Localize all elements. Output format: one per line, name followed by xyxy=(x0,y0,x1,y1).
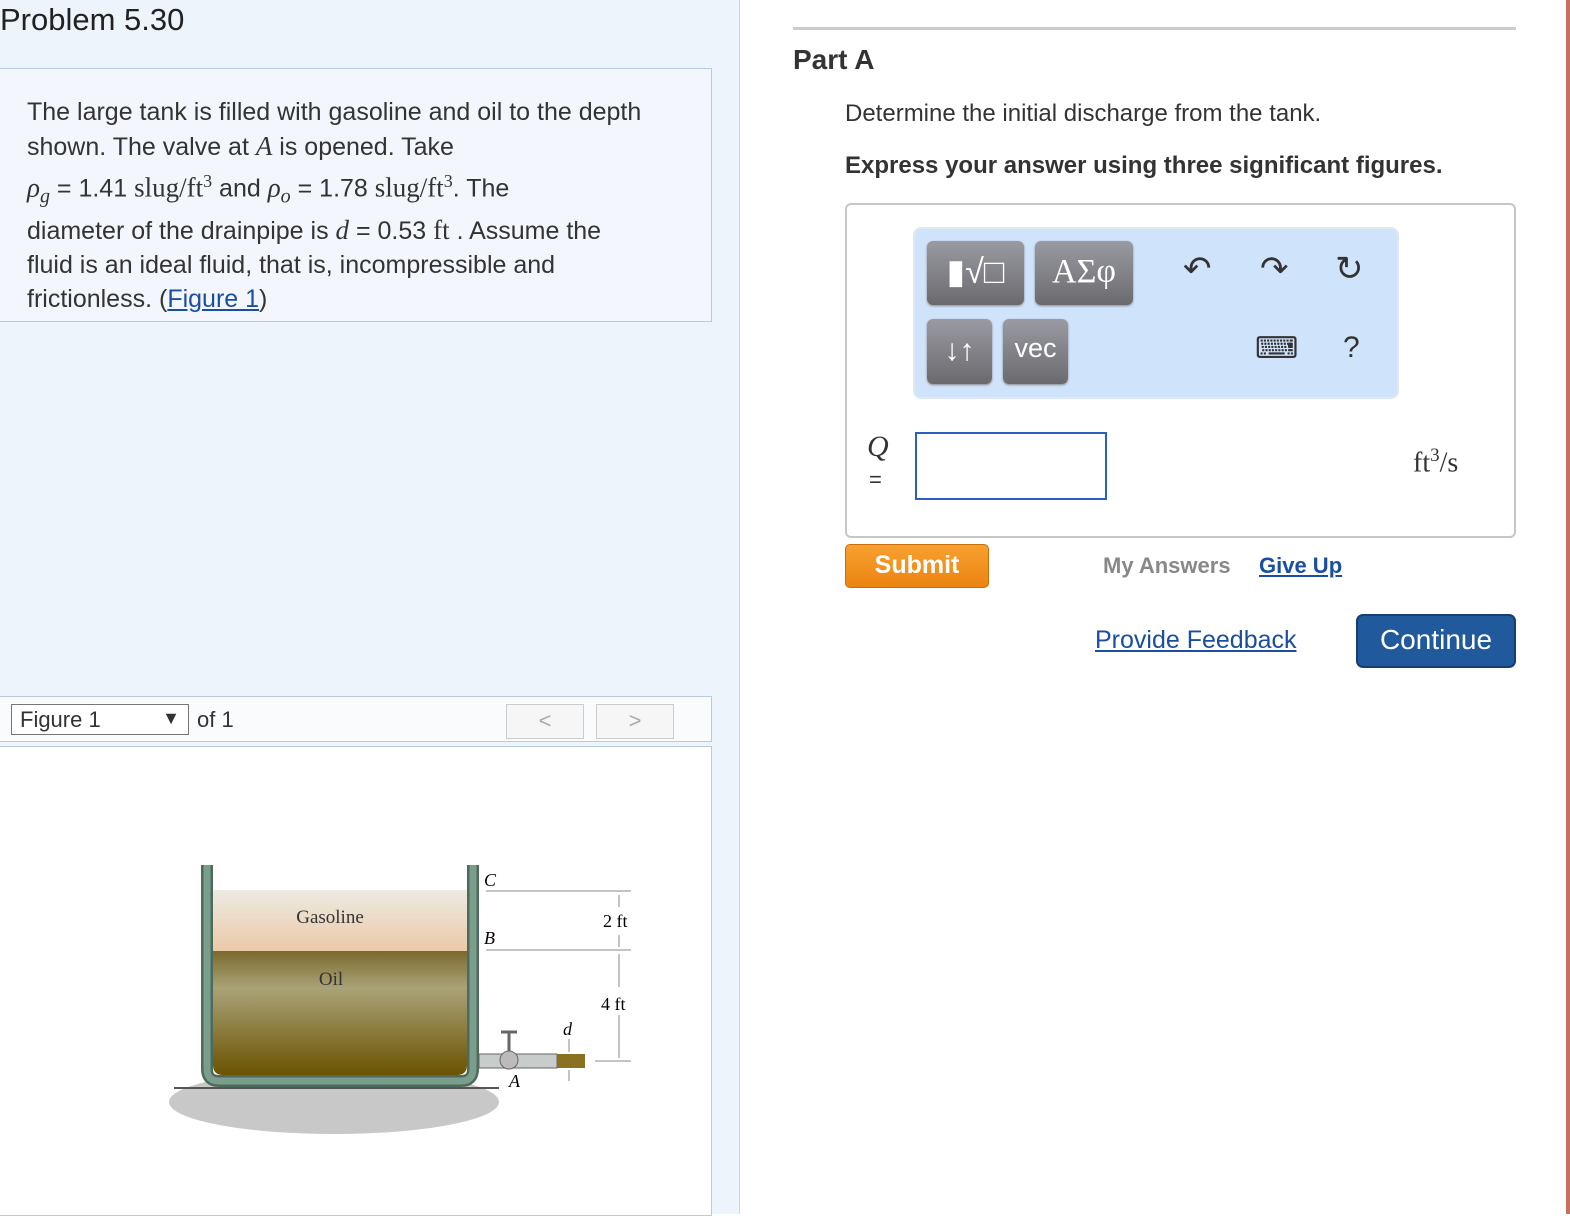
point-c: C xyxy=(484,870,497,890)
unit-per-s: /s xyxy=(1439,447,1459,479)
arrows-button[interactable]: ↓↑ xyxy=(927,319,992,384)
text: and xyxy=(212,174,268,203)
valve-icon xyxy=(499,1050,519,1070)
exp: 3 xyxy=(443,171,453,191)
dropdown-arrow-icon: ▼ xyxy=(162,708,180,728)
help-icon[interactable]: ? xyxy=(1343,331,1360,365)
text: = 0.53 xyxy=(349,217,434,246)
figure-link[interactable]: Figure 1 xyxy=(167,285,259,313)
text: diameter of the drainpipe is xyxy=(27,217,336,246)
problem-panel: Problem 5.30 The large tank is filled wi… xyxy=(0,0,740,1216)
undo-icon[interactable]: ↶ xyxy=(1183,249,1212,289)
text: . Assume the xyxy=(449,217,602,246)
var-a: A xyxy=(255,131,273,161)
reset-icon[interactable]: ↻ xyxy=(1335,249,1364,289)
var-d: d xyxy=(335,215,350,246)
window-edge xyxy=(1566,0,1570,1214)
question-text: Determine the initial discharge from the… xyxy=(845,100,1322,127)
give-up-link[interactable]: Give Up xyxy=(1259,553,1342,579)
prev-figure-button[interactable]: < xyxy=(506,704,584,739)
text: = 1.41 xyxy=(49,174,135,203)
figure-select[interactable]: Figure 1 ▼ xyxy=(11,704,189,735)
greek-button[interactable]: ΑΣφ xyxy=(1035,241,1133,305)
exp: 3 xyxy=(203,171,213,191)
unit: slug/ft xyxy=(134,172,204,203)
submit-button[interactable]: Submit xyxy=(845,544,989,588)
figure-count: of 1 xyxy=(197,707,234,732)
rho: ρ xyxy=(267,172,281,203)
oil-label: Oil xyxy=(319,969,343,990)
text: is opened. Take xyxy=(272,133,454,161)
answer-box: ▮√□ ΑΣφ ↓↑ vec ↶ ↷ ↻ ⌨ ? Q = ft3/s xyxy=(845,203,1516,538)
dim-2ft: 2 ft xyxy=(603,911,628,931)
text: frictionless. ( xyxy=(27,285,168,314)
dim-4ft: 4 ft xyxy=(601,994,626,1014)
answer-panel: Part A Determine the initial discharge f… xyxy=(740,0,1570,1214)
figure-nav: Figure 1 ▼ of 1 < > xyxy=(0,696,712,742)
vec-button[interactable]: vec xyxy=(1003,319,1068,384)
my-answers-link[interactable]: My Answers xyxy=(1103,553,1231,579)
diameter-label: d xyxy=(563,1019,573,1039)
templates-button[interactable]: ▮√□ xyxy=(927,241,1024,305)
answer-unit: ft3/s xyxy=(1413,445,1458,479)
keyboard-icon[interactable]: ⌨ xyxy=(1255,331,1298,366)
point-a: A xyxy=(508,1071,521,1091)
divider xyxy=(793,27,1516,30)
redo-icon[interactable]: ↷ xyxy=(1260,249,1289,289)
problem-statement: The large tank is filled with gasoline a… xyxy=(0,68,712,322)
gasoline-label: Gasoline xyxy=(296,907,364,928)
continue-button[interactable]: Continue xyxy=(1356,614,1516,668)
provide-feedback-link[interactable]: Provide Feedback xyxy=(1095,626,1297,655)
instruction-text: Express your answer using three signific… xyxy=(845,152,1443,179)
unit: slug/ft xyxy=(374,172,444,203)
tank-diagram: Gasoline Oil C B A d 2 ft 4 ft xyxy=(169,865,631,1134)
unit-exp: 3 xyxy=(1430,445,1440,466)
problem-title: Problem 5.30 xyxy=(0,2,185,37)
point-b: B xyxy=(484,928,495,948)
answer-variable: Q xyxy=(867,430,889,463)
sub-g: g xyxy=(39,185,50,208)
text: . The xyxy=(452,174,510,203)
outflow xyxy=(557,1054,585,1068)
text: fluid is an ideal fluid, that is, incomp… xyxy=(27,251,556,280)
math-toolbar: ▮√□ ΑΣφ ↓↑ vec ↶ ↷ ↻ ⌨ ? xyxy=(913,227,1399,399)
text: = 1.78 xyxy=(290,174,375,203)
text: ) xyxy=(259,285,268,314)
figure-select-value: Figure 1 xyxy=(20,707,101,732)
part-label: Part A xyxy=(793,44,875,75)
figure-panel: Gasoline Oil C B A d 2 ft 4 ft xyxy=(0,746,712,1216)
unit: ft xyxy=(433,215,450,246)
rho: ρ xyxy=(27,172,40,203)
answer-input[interactable] xyxy=(915,432,1107,500)
equals-sign: = xyxy=(869,467,882,492)
sub-o: o xyxy=(280,185,291,208)
unit-ft: ft xyxy=(1413,447,1431,479)
next-figure-button[interactable]: > xyxy=(596,704,674,739)
